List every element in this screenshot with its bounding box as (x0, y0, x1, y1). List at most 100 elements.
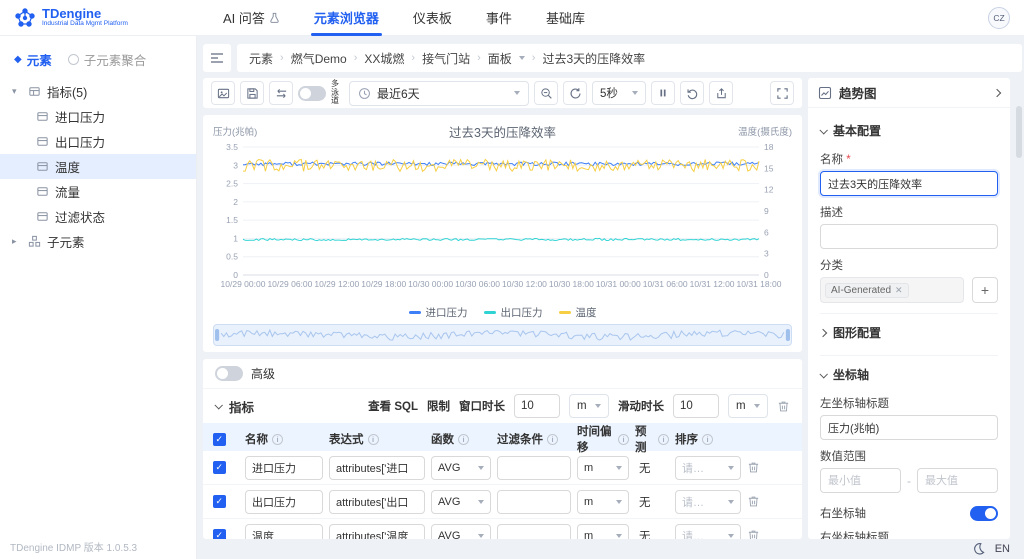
range-max-input[interactable] (917, 468, 998, 493)
sidebar-collapse-button[interactable] (203, 44, 231, 72)
nav-dashboard[interactable]: 仪表板 (396, 0, 469, 36)
info-icon[interactable] (547, 433, 558, 445)
tree-item-flow[interactable]: 流量 (0, 179, 196, 204)
slide-unit-select[interactable]: m (728, 394, 768, 418)
view-sql-button[interactable]: 查看 SQL (368, 398, 418, 414)
delete-row-button[interactable] (747, 495, 771, 508)
window-unit-select[interactable]: m (569, 394, 609, 418)
select-all-checkbox[interactable] (213, 432, 226, 446)
tree-item-inlet-pressure[interactable]: 进口压力 (0, 104, 196, 129)
metric-name-input[interactable] (245, 489, 323, 514)
right-axis-toggle[interactable] (970, 505, 998, 521)
offset-unit-select[interactable]: m (577, 455, 629, 480)
scrollbar-thumb[interactable] (1016, 106, 1022, 158)
snapshot-button[interactable] (211, 81, 235, 105)
function-select[interactable]: AVG (431, 523, 491, 539)
sort-select[interactable]: 请选择 (675, 455, 741, 480)
function-select[interactable]: AVG (431, 455, 491, 480)
delete-all-metrics-button[interactable] (777, 400, 790, 413)
sort-select[interactable]: 请选择 (675, 489, 741, 514)
left-axis-title-input[interactable] (820, 415, 998, 440)
info-icon[interactable] (618, 433, 629, 445)
transfer-button[interactable] (269, 81, 293, 105)
chart-brush[interactable] (213, 324, 792, 346)
chevron-down-icon[interactable] (214, 401, 223, 410)
app-logo[interactable]: TDengine Industrial Data Mgmt Platform (14, 7, 128, 29)
range-min-input[interactable] (820, 468, 901, 493)
delete-row-button[interactable] (747, 461, 771, 474)
delete-row-button[interactable] (747, 529, 771, 539)
description-input[interactable] (820, 224, 998, 249)
category-select[interactable]: AI-Generated ✕ (820, 277, 964, 303)
pause-button[interactable] (651, 81, 675, 105)
sort-select[interactable]: 请选择 (675, 523, 741, 539)
tree-item-temperature[interactable]: 温度 (0, 154, 196, 179)
metric-expression-input[interactable] (329, 455, 425, 480)
tree-node-subelements[interactable]: ▸ 子元素 (0, 229, 196, 254)
panel-collapse-icon[interactable] (992, 88, 1002, 97)
offset-unit-select[interactable]: m (577, 489, 629, 514)
advanced-toggle[interactable] (215, 366, 243, 381)
forecast-value[interactable]: 无 (635, 460, 669, 476)
tree-node-metrics[interactable]: ▾ 指标(5) (0, 79, 196, 104)
axis-config-section[interactable]: 坐标轴 (819, 355, 998, 387)
refresh-interval-select[interactable]: 5秒 (592, 81, 646, 105)
chevron-down-icon[interactable] (518, 56, 525, 60)
metric-name-input[interactable] (245, 455, 323, 480)
info-icon[interactable] (658, 433, 669, 445)
function-select[interactable]: AVG (431, 489, 491, 514)
add-category-button[interactable]: + (972, 277, 998, 303)
breadcrumb-item[interactable]: 元素 (249, 50, 273, 67)
dark-mode-icon[interactable] (972, 542, 985, 555)
nav-events[interactable]: 事件 (469, 0, 529, 36)
page-scrollbar[interactable] (1016, 78, 1022, 539)
legend-item[interactable]: 进口压力 (408, 305, 468, 320)
row-checkbox[interactable] (213, 529, 226, 539)
legend-item[interactable]: 出口压力 (483, 305, 543, 320)
tree-item-outlet-pressure[interactable]: 出口压力 (0, 129, 196, 154)
filter-input[interactable] (497, 455, 571, 480)
slide-duration-input[interactable] (673, 394, 719, 418)
save-button[interactable] (240, 81, 264, 105)
user-avatar[interactable]: CZ (988, 6, 1010, 29)
time-range-picker[interactable]: 最近6天 (349, 80, 529, 106)
forecast-value[interactable]: 无 (635, 494, 669, 510)
window-duration-input[interactable] (514, 394, 560, 418)
nav-element-browser[interactable]: 元素浏览器 (297, 0, 396, 36)
info-icon[interactable] (702, 433, 713, 445)
metric-name-input[interactable] (245, 523, 323, 539)
mode-element[interactable]: ◆ 元素 (14, 50, 52, 69)
refresh-button[interactable] (563, 81, 587, 105)
legend-item[interactable]: 温度 (558, 305, 597, 320)
metric-expression-input[interactable] (329, 489, 425, 514)
multi-lane-toggle[interactable] (298, 85, 326, 101)
row-checkbox[interactable] (213, 495, 226, 508)
forecast-value[interactable]: 无 (635, 528, 669, 540)
row-checkbox[interactable] (213, 461, 226, 474)
mode-subelement-aggregation[interactable]: 子元素聚合 (67, 50, 146, 69)
tree-item-filter-status[interactable]: 过滤状态 (0, 204, 196, 229)
limit-button[interactable]: 限制 (427, 398, 450, 414)
breadcrumb-item-panel[interactable]: 面板 (488, 50, 512, 67)
zoom-out-button[interactable] (534, 81, 558, 105)
basic-config-section[interactable]: 基本配置 (819, 112, 998, 143)
nav-ai-qa[interactable]: AI 问答 (206, 0, 297, 36)
nav-library[interactable]: 基础库 (529, 0, 602, 36)
fullscreen-button[interactable] (770, 81, 794, 105)
undo-button[interactable] (680, 81, 704, 105)
breadcrumb-item[interactable]: 燃气Demo (291, 50, 347, 67)
info-icon[interactable] (367, 433, 379, 445)
name-input[interactable] (820, 171, 998, 196)
breadcrumb-item[interactable]: 接气门站 (422, 50, 470, 67)
export-button[interactable] (709, 81, 733, 105)
filter-input[interactable] (497, 489, 571, 514)
info-icon[interactable] (272, 433, 283, 445)
tag-close-icon[interactable]: ✕ (895, 285, 903, 296)
info-icon[interactable] (458, 433, 469, 445)
filter-input[interactable] (497, 523, 571, 539)
graph-config-section[interactable]: 图形配置 (818, 313, 998, 345)
breadcrumb-item[interactable]: XX城燃 (364, 50, 404, 67)
trend-chart-plot[interactable]: 00.511.522.533.5036912151810/29 00:00 10/… (213, 141, 791, 301)
metric-expression-input[interactable] (329, 523, 425, 539)
language-switch[interactable]: EN (995, 543, 1010, 555)
